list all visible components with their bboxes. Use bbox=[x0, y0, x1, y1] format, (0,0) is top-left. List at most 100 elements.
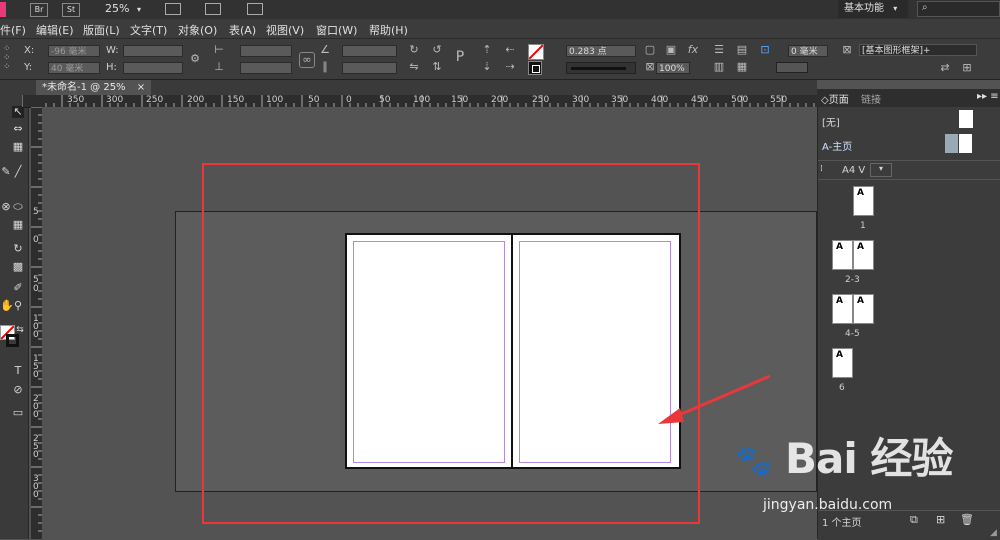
page-size-dropdown[interactable]: ▾ bbox=[870, 163, 892, 177]
stroke-weight-input[interactable]: 0.283 点 bbox=[566, 45, 636, 57]
object-style-dropdown[interactable]: [基本图形框架]+ bbox=[859, 44, 977, 56]
screen-mode-icon[interactable] bbox=[205, 3, 221, 15]
new-page-icon[interactable]: ⊞ bbox=[936, 513, 945, 526]
close-icon[interactable]: × bbox=[137, 82, 145, 93]
tab-pages[interactable]: ◇页面 bbox=[821, 91, 849, 106]
auto-fit-icon[interactable]: ⊡ bbox=[758, 43, 772, 57]
screen-mode-tool-icon[interactable]: ▭ bbox=[12, 407, 24, 419]
ruler-label: 3 0 0 bbox=[33, 474, 39, 500]
menu-object[interactable]: 对象(O) bbox=[178, 22, 217, 38]
delete-page-icon[interactable]: 🗑 bbox=[960, 513, 974, 526]
page-thumbnail[interactable]: A bbox=[832, 294, 853, 324]
scale-x-input[interactable] bbox=[240, 45, 292, 57]
pen-tool-icon[interactable]: ✎ bbox=[0, 166, 12, 178]
eyedropper-tool-icon[interactable]: ✐ bbox=[12, 282, 24, 294]
gradient-tool-icon[interactable]: ▩ bbox=[12, 261, 24, 273]
gap-tool-icon[interactable]: ⇔ bbox=[12, 123, 24, 135]
select-previous-icon[interactable]: ⇠ bbox=[503, 43, 517, 57]
master-a-thumb bbox=[945, 134, 958, 153]
scale-y-input[interactable] bbox=[240, 62, 292, 74]
new-style-icon[interactable]: ⊞ bbox=[960, 61, 974, 75]
menu-view[interactable]: 视图(V) bbox=[266, 22, 304, 38]
zoom-level-dropdown[interactable]: 25% ▾ bbox=[105, 2, 141, 15]
fx-icon[interactable]: fx bbox=[686, 43, 700, 57]
shear-angle-input[interactable] bbox=[342, 62, 397, 74]
rotate-tool-icon[interactable]: ↻ bbox=[12, 243, 24, 255]
edit-page-size-icon[interactable]: ⧉ bbox=[910, 513, 918, 527]
menu-layout[interactable]: 版面(L) bbox=[83, 22, 120, 38]
ruler-label: 550 bbox=[770, 95, 788, 105]
stroke-swatch[interactable] bbox=[528, 61, 542, 75]
view-options-icon[interactable] bbox=[165, 3, 181, 15]
shadow-icon[interactable]: ▣ bbox=[664, 43, 678, 57]
opacity-input[interactable]: 100% bbox=[656, 62, 690, 74]
frame-tool-icon[interactable]: ⊗ bbox=[0, 201, 12, 213]
panel-menu-icon[interactable]: ▸▸ ≡ bbox=[977, 91, 999, 102]
annotation-arrow bbox=[658, 374, 771, 424]
search-field[interactable]: ⌕ bbox=[917, 1, 1000, 17]
hand-tool-icon[interactable]: ✋ bbox=[0, 300, 14, 312]
y-position-input[interactable]: 40 毫米 bbox=[48, 62, 100, 74]
zoom-tool-icon[interactable]: ⚲ bbox=[12, 300, 24, 312]
rotate-cw-icon[interactable]: ↻ bbox=[407, 43, 421, 57]
content-collector-icon[interactable]: ▦ bbox=[12, 141, 24, 153]
text-wrap-none-icon[interactable]: ☰ bbox=[712, 43, 726, 57]
menu-table[interactable]: 表(A) bbox=[229, 22, 256, 38]
apply-none-icon[interactable]: ⊘ bbox=[12, 384, 24, 396]
height-input[interactable] bbox=[123, 62, 183, 74]
page-thumbnail[interactable]: A bbox=[853, 240, 874, 270]
table-tool-icon[interactable]: ▦ bbox=[12, 219, 24, 231]
page-thumbnail[interactable]: A bbox=[832, 348, 853, 378]
constrain-proportions-icon[interactable]: ⚙ bbox=[188, 52, 202, 66]
ruler-corner[interactable] bbox=[28, 95, 42, 107]
menu-edit[interactable]: 编辑(E) bbox=[36, 22, 74, 38]
menu-type[interactable]: 文字(T) bbox=[130, 22, 167, 38]
fill-swatch[interactable] bbox=[528, 44, 544, 60]
rotate-angle-input[interactable] bbox=[342, 45, 397, 57]
select-content-icon[interactable]: ⇣ bbox=[480, 60, 494, 74]
width-input[interactable] bbox=[123, 45, 183, 57]
resize-grip-icon[interactable]: ◢ bbox=[990, 528, 997, 538]
master-a-row[interactable]: A-主页 bbox=[818, 133, 1000, 155]
menu-window[interactable]: 窗口(W) bbox=[316, 22, 357, 38]
page-thumbnail[interactable]: A bbox=[853, 186, 874, 216]
frame-icon[interactable]: ▢ bbox=[643, 43, 657, 57]
column-dropdown[interactable] bbox=[776, 62, 808, 73]
flip-vertical-icon[interactable]: ⇅ bbox=[430, 60, 444, 74]
master-none-row[interactable]: [无] bbox=[818, 108, 1000, 132]
arrange-documents-icon[interactable] bbox=[247, 3, 263, 15]
ellipse-tool-icon[interactable]: ⬭ bbox=[12, 201, 24, 213]
link-icon[interactable]: ∞ bbox=[299, 52, 315, 68]
stroke-type-dropdown[interactable] bbox=[566, 62, 636, 74]
swap-colors-icon[interactable]: ⇆ bbox=[14, 324, 26, 336]
scale-y-icon: ⊥ bbox=[214, 60, 224, 73]
x-position-input[interactable]: -96 毫米 bbox=[48, 45, 100, 57]
stock-button[interactable]: St bbox=[62, 3, 80, 17]
ruler-label: 300 bbox=[572, 95, 590, 105]
opacity-icon: ⊠ bbox=[645, 60, 655, 73]
menu-help[interactable]: 帮助(H) bbox=[369, 22, 408, 38]
workspace-switcher[interactable]: 基本功能 ▾ bbox=[838, 0, 908, 18]
text-wrap-jump-icon[interactable]: ▦ bbox=[735, 60, 749, 74]
line-tool-icon[interactable]: ╱ bbox=[12, 166, 24, 178]
reference-point-icon[interactable]: ⁘ ⁘ ⁘ bbox=[3, 45, 19, 72]
flip-horizontal-icon[interactable]: ⇋ bbox=[407, 60, 421, 74]
page-thumbnail[interactable]: A bbox=[853, 294, 874, 324]
page-thumbnail[interactable]: A bbox=[832, 240, 853, 270]
text-tool-icon[interactable]: T bbox=[12, 365, 24, 377]
page-size-label[interactable]: A4 V bbox=[842, 165, 865, 176]
menu-file[interactable]: 件(F) bbox=[0, 22, 26, 38]
document-tab[interactable]: *未命名-1 @ 25% × bbox=[36, 80, 152, 95]
offset-input[interactable]: 0 毫米 bbox=[788, 45, 828, 57]
text-wrap-box-icon[interactable]: ▤ bbox=[735, 43, 749, 57]
select-next-icon[interactable]: ⇢ bbox=[503, 60, 517, 74]
zoom-level-value: 25% bbox=[105, 2, 130, 15]
rotate-ccw-icon[interactable]: ↺ bbox=[430, 43, 444, 57]
text-wrap-shape-icon[interactable]: ▥ bbox=[712, 60, 726, 74]
tab-links[interactable]: 链接 bbox=[861, 91, 881, 106]
bridge-button[interactable]: Br bbox=[30, 3, 48, 17]
style-options-icon[interactable]: ⇄ bbox=[938, 61, 952, 75]
shear-angle-icon: ∥ bbox=[322, 60, 328, 73]
select-container-icon[interactable]: ⇡ bbox=[480, 43, 494, 57]
ruler-label: 200 bbox=[491, 95, 509, 105]
